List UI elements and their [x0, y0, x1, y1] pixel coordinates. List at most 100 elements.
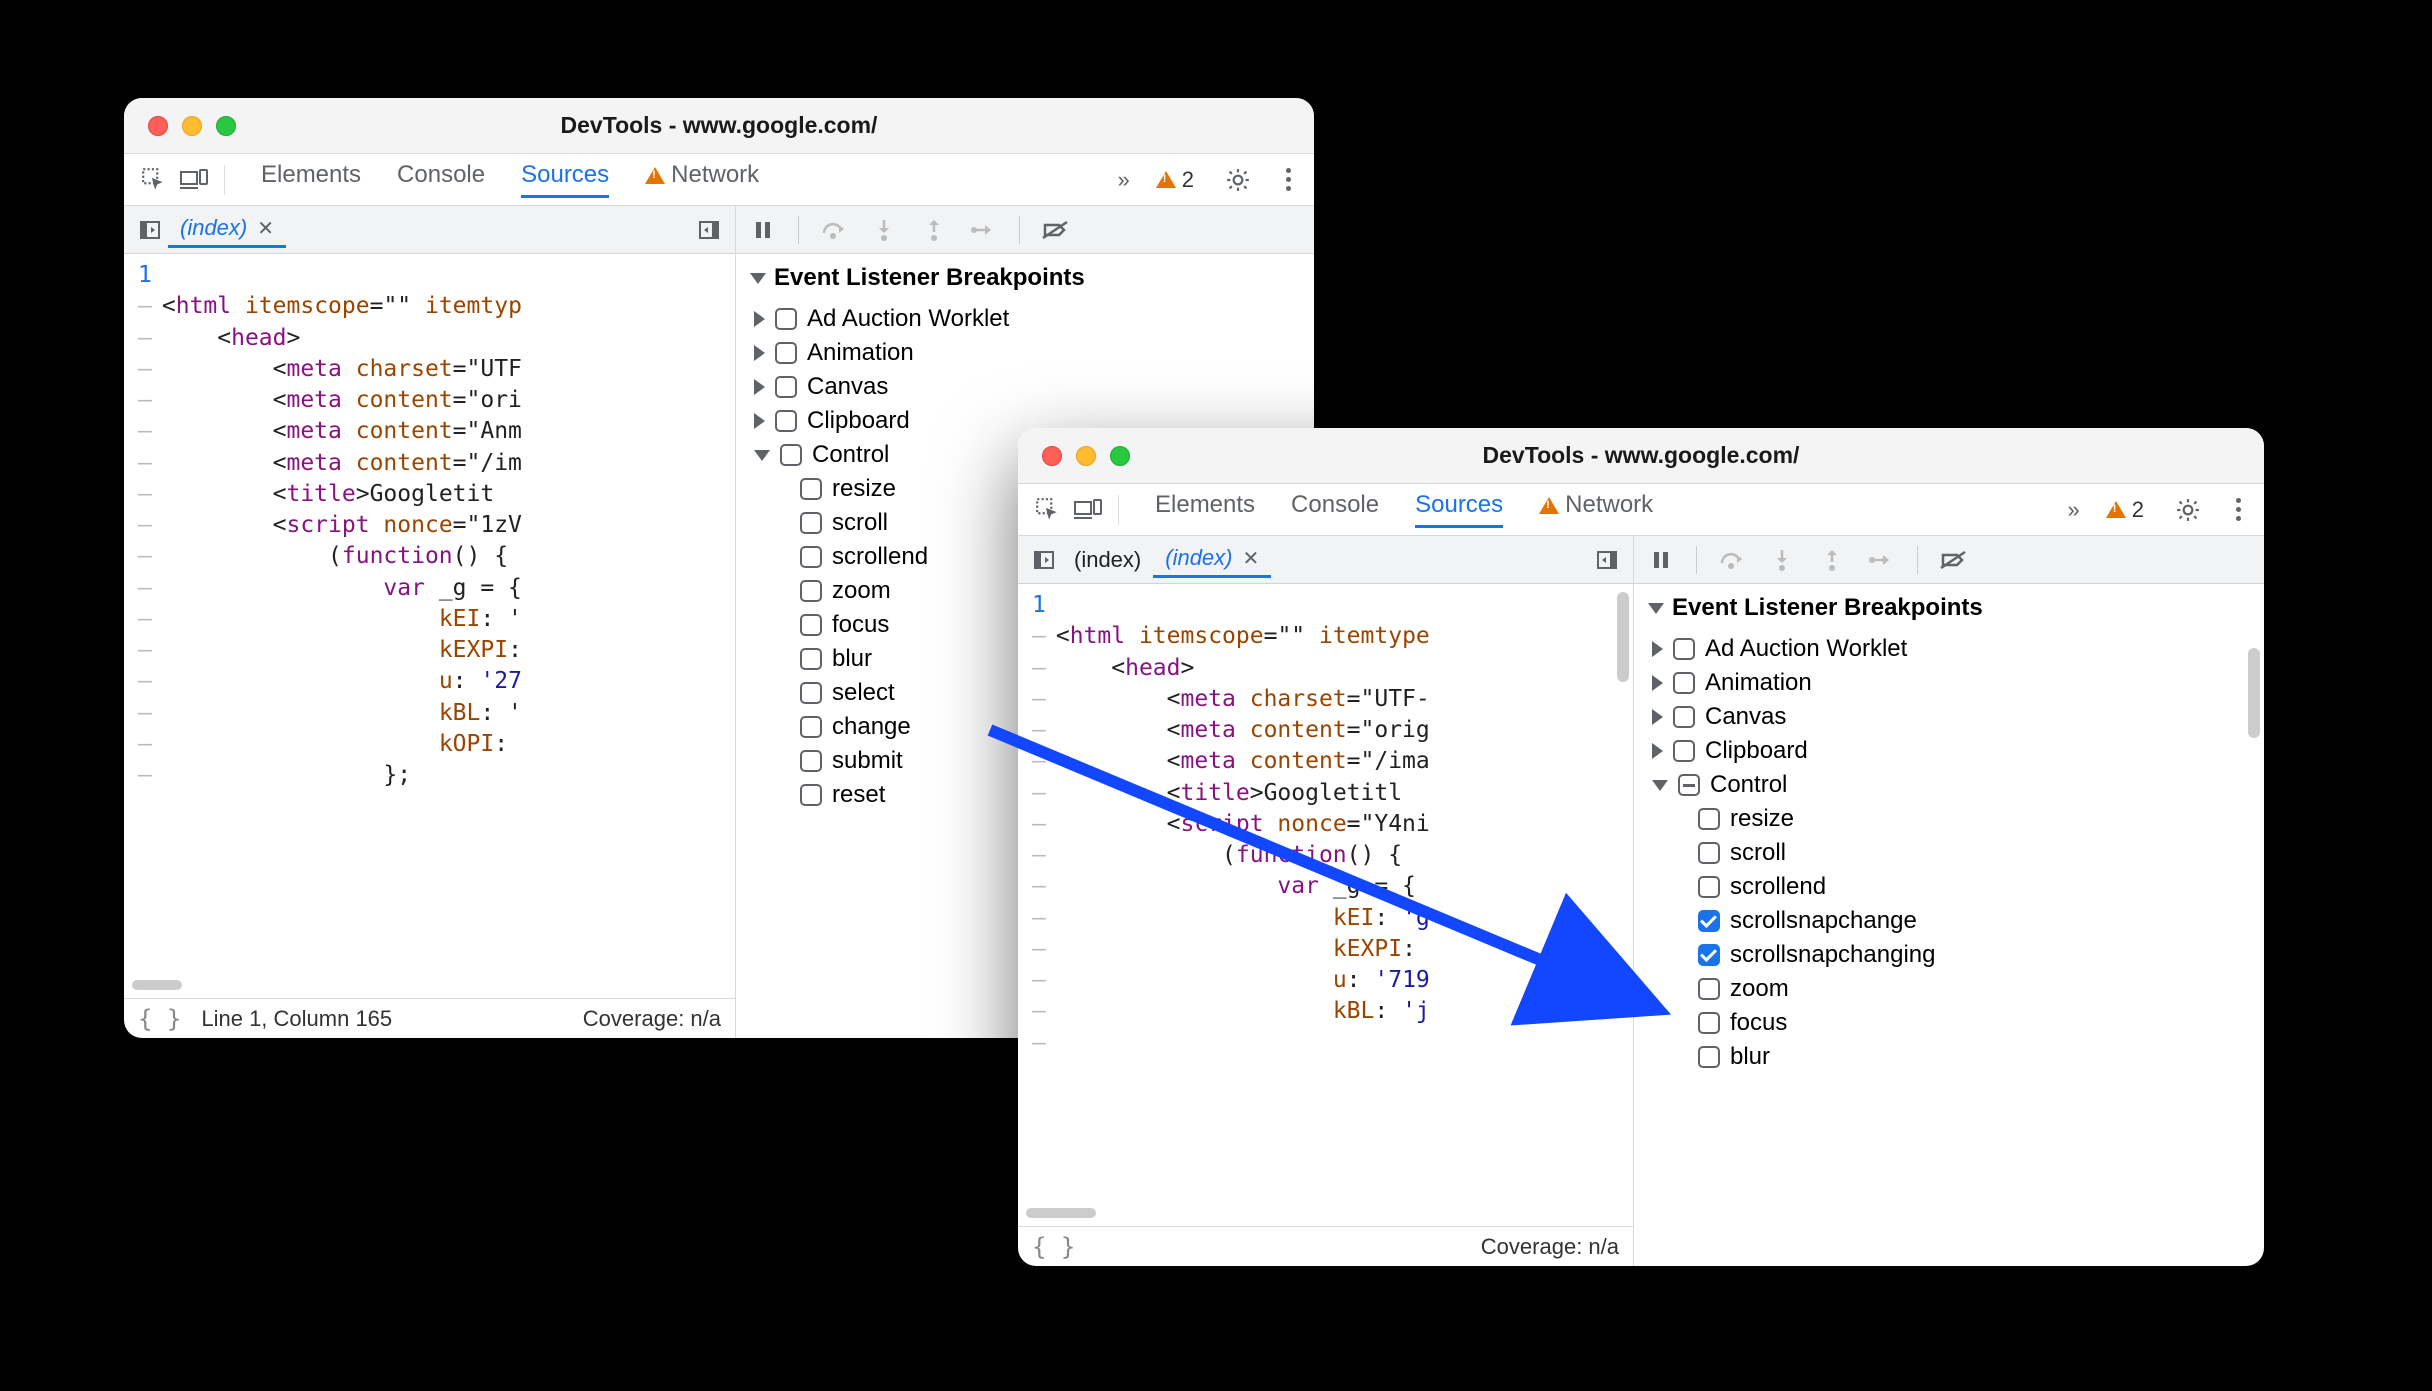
inspect-icon[interactable]	[1030, 492, 1066, 528]
more-tabs-icon[interactable]: »	[1118, 167, 1130, 193]
bp-category[interactable]: Ad Auction Worklet	[1634, 632, 2264, 666]
tab-console[interactable]: Console	[397, 161, 485, 198]
checkbox[interactable]	[1698, 876, 1720, 898]
tab-network[interactable]: Network	[645, 161, 759, 198]
bp-category[interactable]: Ad Auction Worklet	[736, 302, 1314, 336]
tab-console[interactable]: Console	[1291, 491, 1379, 528]
close-icon[interactable]: ✕	[1243, 546, 1260, 571]
checkbox[interactable]	[800, 648, 822, 670]
issues-count[interactable]: 2	[1156, 167, 1194, 193]
bp-category[interactable]: Control	[1634, 768, 2264, 802]
source-code[interactable]: <html itemscope="" itemtype <head> <meta…	[1056, 584, 1633, 1226]
bp-category[interactable]: Clipboard	[1634, 734, 2264, 768]
checkbox[interactable]	[800, 682, 822, 704]
step-into-icon[interactable]	[1767, 545, 1797, 575]
checkbox[interactable]	[1673, 740, 1695, 762]
checkbox[interactable]	[1673, 672, 1695, 694]
horizontal-scrollbar[interactable]	[132, 980, 182, 990]
checkbox[interactable]	[800, 580, 822, 602]
bp-event[interactable]: scrollend	[1634, 870, 2264, 904]
device-toggle-icon[interactable]	[1070, 492, 1106, 528]
checkbox[interactable]	[800, 546, 822, 568]
bp-event[interactable]: resize	[1634, 802, 2264, 836]
breakpoints-list[interactable]: Ad Auction WorkletAnimationCanvasClipboa…	[1634, 632, 2264, 1266]
tab-sources[interactable]: Sources	[1415, 491, 1503, 528]
file-tab-index-2[interactable]: (index) ✕	[1153, 541, 1271, 578]
bp-event[interactable]: scrollsnapchanging	[1634, 938, 2264, 972]
bp-category[interactable]: Animation	[736, 336, 1314, 370]
checkbox[interactable]	[1698, 842, 1720, 864]
bp-event[interactable]: scroll	[1634, 836, 2264, 870]
checkbox[interactable]	[800, 512, 822, 534]
show-navigator-icon[interactable]	[1026, 542, 1062, 578]
checkbox[interactable]	[780, 444, 802, 466]
tab-elements[interactable]: Elements	[1155, 491, 1255, 528]
tab-sources[interactable]: Sources	[521, 161, 609, 198]
bp-event[interactable]: focus	[1634, 1006, 2264, 1040]
file-tab-index[interactable]: (index) ✕	[168, 211, 286, 248]
show-navigator-icon[interactable]	[132, 212, 168, 248]
checkbox[interactable]	[775, 410, 797, 432]
zoom-button[interactable]	[216, 116, 236, 136]
tab-network[interactable]: Network	[1539, 491, 1653, 528]
step-icon[interactable]	[969, 215, 999, 245]
checkbox[interactable]	[1698, 1012, 1720, 1034]
step-icon[interactable]	[1867, 545, 1897, 575]
bp-event[interactable]: zoom	[1634, 972, 2264, 1006]
step-into-icon[interactable]	[869, 215, 899, 245]
checkbox[interactable]	[1678, 774, 1700, 796]
bp-event[interactable]: scrollsnapchange	[1634, 904, 2264, 938]
checkbox[interactable]	[1698, 1046, 1720, 1068]
checkbox[interactable]	[800, 478, 822, 500]
bp-category[interactable]: Animation	[1634, 666, 2264, 700]
checkbox[interactable]	[1698, 910, 1720, 932]
checkbox[interactable]	[800, 784, 822, 806]
pretty-print-icon[interactable]: { }	[138, 1005, 181, 1033]
step-out-icon[interactable]	[919, 215, 949, 245]
inspect-icon[interactable]	[136, 162, 172, 198]
source-code[interactable]: <html itemscope="" itemtyp <head> <meta …	[162, 254, 735, 998]
vertical-scrollbar[interactable]	[1617, 592, 1629, 682]
checkbox[interactable]	[1698, 978, 1720, 1000]
minimize-button[interactable]	[182, 116, 202, 136]
checkbox[interactable]	[1673, 706, 1695, 728]
settings-icon[interactable]	[2170, 492, 2206, 528]
close-button[interactable]	[148, 116, 168, 136]
step-over-icon[interactable]	[819, 215, 849, 245]
kebab-menu-icon[interactable]	[1274, 168, 1302, 191]
checkbox[interactable]	[775, 376, 797, 398]
more-tabs-icon[interactable]: »	[2068, 497, 2080, 523]
checkbox[interactable]	[1698, 944, 1720, 966]
step-out-icon[interactable]	[1817, 545, 1847, 575]
checkbox[interactable]	[800, 716, 822, 738]
file-tab-index-1[interactable]: (index)	[1062, 543, 1153, 577]
checkbox[interactable]	[775, 308, 797, 330]
close-button[interactable]	[1042, 446, 1062, 466]
breakpoints-section-header[interactable]: Event Listener Breakpoints	[736, 254, 1314, 302]
checkbox[interactable]	[775, 342, 797, 364]
deactivate-breakpoints-icon[interactable]	[1040, 215, 1070, 245]
hide-navigator-icon[interactable]	[1589, 542, 1625, 578]
breakpoints-section-header[interactable]: Event Listener Breakpoints	[1634, 584, 2264, 632]
bp-category[interactable]: Canvas	[736, 370, 1314, 404]
close-icon[interactable]: ✕	[257, 216, 274, 241]
checkbox[interactable]	[1673, 638, 1695, 660]
issues-count[interactable]: 2	[2106, 497, 2144, 523]
checkbox[interactable]	[800, 614, 822, 636]
zoom-button[interactable]	[1110, 446, 1130, 466]
checkbox[interactable]	[1698, 808, 1720, 830]
pause-icon[interactable]	[1646, 545, 1676, 575]
settings-icon[interactable]	[1220, 162, 1256, 198]
bp-category[interactable]: Canvas	[1634, 700, 2264, 734]
vertical-scrollbar[interactable]	[2248, 648, 2260, 738]
pretty-print-icon[interactable]: { }	[1032, 1233, 1075, 1261]
minimize-button[interactable]	[1076, 446, 1096, 466]
hide-navigator-icon[interactable]	[691, 212, 727, 248]
kebab-menu-icon[interactable]	[2224, 498, 2252, 521]
checkbox[interactable]	[800, 750, 822, 772]
horizontal-scrollbar[interactable]	[1026, 1208, 1096, 1218]
bp-event[interactable]: blur	[1634, 1040, 2264, 1074]
device-toggle-icon[interactable]	[176, 162, 212, 198]
deactivate-breakpoints-icon[interactable]	[1938, 545, 1968, 575]
tab-elements[interactable]: Elements	[261, 161, 361, 198]
